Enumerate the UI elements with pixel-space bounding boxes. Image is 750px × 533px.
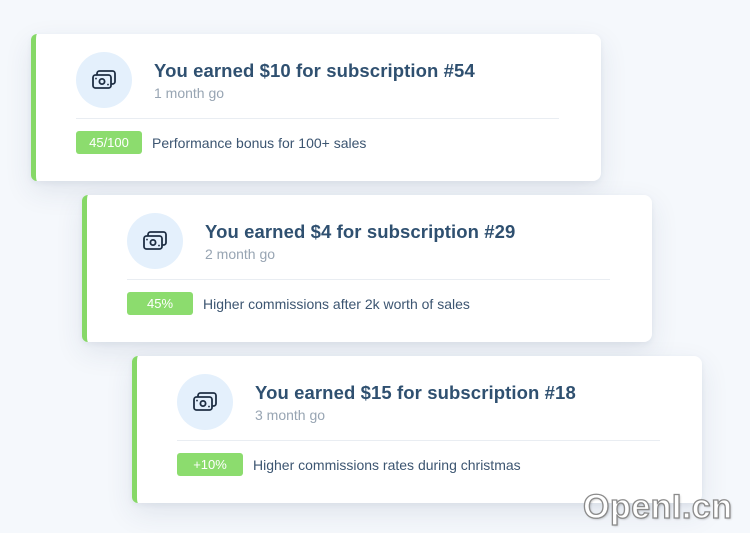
card-divider bbox=[127, 279, 610, 280]
card-timestamp: 2 month go bbox=[205, 246, 276, 262]
card-divider bbox=[76, 118, 559, 119]
card-divider bbox=[177, 440, 660, 441]
watermark: OpenI.cn bbox=[582, 487, 733, 526]
earning-card-subscription-18[interactable]: You earned $15 for subscription #18 3 mo… bbox=[132, 356, 702, 503]
progress-badge: 45/100 bbox=[76, 131, 142, 154]
card-title: You earned $4 for subscription #29 bbox=[205, 221, 516, 242]
money-icon bbox=[127, 213, 183, 269]
money-icon bbox=[177, 374, 233, 430]
card-title: You earned $15 for subscription #18 bbox=[255, 382, 576, 403]
progress-badge: +10% bbox=[177, 453, 243, 476]
earning-card-subscription-54[interactable]: You earned $10 for subscription #54 1 mo… bbox=[31, 34, 601, 181]
bonus-description: Higher commissions rates during christma… bbox=[253, 457, 521, 473]
bonus-description: Performance bonus for 100+ sales bbox=[152, 135, 367, 151]
progress-badge: 45% bbox=[127, 292, 193, 315]
earning-card-subscription-29[interactable]: You earned $4 for subscription #29 2 mon… bbox=[82, 195, 652, 342]
card-timestamp: 3 month go bbox=[255, 407, 326, 423]
bonus-description: Higher commissions after 2k worth of sal… bbox=[203, 296, 470, 312]
card-title: You earned $10 for subscription #54 bbox=[154, 60, 475, 81]
money-icon bbox=[76, 52, 132, 108]
card-timestamp: 1 month go bbox=[154, 85, 225, 101]
